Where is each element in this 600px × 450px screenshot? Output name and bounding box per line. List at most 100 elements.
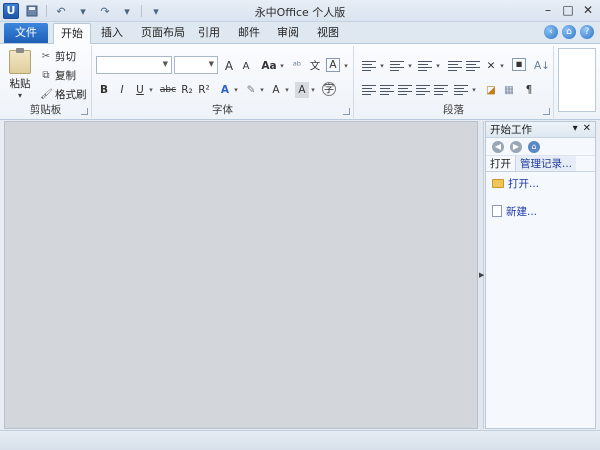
chevron-down-icon[interactable]: ▾: [232, 82, 240, 98]
forward-icon[interactable]: ▶: [510, 140, 522, 153]
chevron-down-icon[interactable]: ▾: [278, 58, 286, 74]
chevron-down-icon[interactable]: ▾: [309, 82, 317, 98]
new-link[interactable]: 新建...: [486, 202, 595, 220]
tab-open[interactable]: 打开: [486, 156, 515, 171]
copy-label: 复制: [55, 70, 76, 82]
tab-mailings[interactable]: 邮件: [234, 23, 264, 44]
tab-view[interactable]: 视图: [313, 23, 343, 44]
spell-check-icon[interactable]: ᵃᵇ: [290, 58, 304, 74]
close-icon[interactable]: ✕: [578, 0, 598, 20]
line-spacing-icon[interactable]: [454, 84, 468, 96]
cut-label: 剪切: [55, 51, 76, 63]
scissors-icon: ✂: [41, 50, 51, 62]
change-case-button[interactable]: Aa: [260, 58, 278, 74]
show-marks-button[interactable]: ¶: [522, 82, 536, 98]
chevron-down-icon[interactable]: ▾: [342, 58, 350, 74]
minimize-icon[interactable]: –: [538, 0, 558, 20]
redo-dropdown-icon[interactable]: ▾: [119, 3, 135, 19]
undo-dropdown-icon[interactable]: ▾: [75, 3, 91, 19]
subscript-button[interactable]: R₂: [180, 82, 194, 98]
cut-button[interactable]: ✂ 剪切: [40, 49, 76, 64]
underline-button[interactable]: U: [134, 82, 146, 98]
tab-file[interactable]: 文件: [4, 23, 48, 43]
chevron-down-icon[interactable]: ▾: [470, 82, 478, 98]
align-right-icon[interactable]: [398, 84, 412, 96]
undo-icon[interactable]: ↶: [53, 3, 69, 19]
character-shading-button[interactable]: A: [295, 82, 309, 98]
chevron-down-icon[interactable]: ▾: [378, 58, 386, 74]
dialog-launcher-icon[interactable]: [81, 108, 88, 115]
open-link[interactable]: 打开...: [486, 174, 595, 192]
tab-insert[interactable]: 插入: [95, 23, 129, 44]
dialog-launcher-icon[interactable]: [543, 108, 550, 115]
grow-font-button[interactable]: A: [223, 58, 235, 74]
align-center-icon[interactable]: [380, 84, 394, 96]
font-color-button[interactable]: A: [269, 82, 283, 98]
chevron-down-icon[interactable]: ▾: [147, 82, 155, 98]
app-logo-icon[interactable]: U: [3, 3, 19, 19]
chevron-down-icon[interactable]: ▾: [283, 82, 291, 98]
distributed-icon[interactable]: [434, 84, 448, 96]
superscript-button[interactable]: R²: [197, 82, 211, 98]
home-icon[interactable]: ⌂: [528, 140, 540, 153]
font-group-label: 字体: [212, 104, 233, 116]
italic-button[interactable]: I: [116, 82, 128, 98]
multilevel-list-icon[interactable]: [418, 60, 432, 72]
quick-access-toolbar: ↶ ▾ ↷ ▾ ▾: [24, 3, 164, 19]
open-link-label: 打开...: [508, 177, 540, 190]
text-effect-button[interactable]: A: [218, 82, 232, 98]
shading-icon[interactable]: ◪: [484, 82, 498, 98]
close-icon[interactable]: ✕: [583, 123, 591, 134]
enclosed-character-icon[interactable]: 字: [322, 82, 336, 96]
home-icon[interactable]: ⌂: [562, 25, 576, 39]
redo-icon[interactable]: ↷: [97, 3, 113, 19]
help-icon[interactable]: ?: [580, 25, 594, 39]
sort-icon[interactable]: A↓: [534, 58, 550, 74]
qat-separator: [141, 5, 142, 17]
chinese-layout-icon[interactable]: ✕: [484, 58, 498, 74]
paste-button[interactable]: 粘贴 ▾: [6, 48, 34, 100]
format-painter-button[interactable]: 🖌 格式刷: [40, 87, 87, 102]
chevron-down-icon[interactable]: ▾: [258, 82, 266, 98]
strikethrough-button[interactable]: abc: [158, 82, 178, 98]
tab-references[interactable]: 引用: [194, 23, 224, 44]
tab-home[interactable]: 开始: [53, 23, 91, 44]
back-icon[interactable]: ◀: [492, 140, 504, 153]
increase-indent-icon[interactable]: [466, 60, 480, 72]
paragraph-group: ▾ ▾ ▾ ✕ ▾ ▪ A↓ ▾ ◪ ▦ ¶ 段落: [354, 46, 554, 118]
collapse-arrow-icon[interactable]: ▶: [479, 271, 484, 285]
tab-page-layout[interactable]: 页面布局: [135, 23, 191, 44]
save-icon[interactable]: [24, 3, 40, 19]
bullets-icon[interactable]: [362, 60, 376, 72]
copy-button[interactable]: ⧉ 复制: [40, 68, 76, 83]
maximize-icon[interactable]: □: [558, 0, 578, 20]
styles-gallery[interactable]: [558, 48, 596, 112]
frame-icon[interactable]: ▪: [512, 58, 526, 71]
phonetic-guide-icon[interactable]: 文: [308, 58, 322, 74]
chevron-down-icon[interactable]: ▾: [434, 58, 442, 74]
font-size-combo[interactable]: ▼: [174, 56, 218, 74]
justify-icon[interactable]: [416, 84, 430, 96]
customize-qat-icon[interactable]: ▾: [148, 3, 164, 19]
task-pane-nav: ◀ ▶ ⌂: [486, 138, 595, 156]
document-canvas[interactable]: [4, 121, 478, 429]
chevron-down-icon[interactable]: ▾: [406, 58, 414, 74]
title-bar: U ↶ ▾ ↷ ▾ ▾ 永中Office 个人版 – □ ✕: [0, 0, 600, 22]
bold-button[interactable]: B: [98, 82, 110, 98]
chevron-down-icon[interactable]: ▾: [573, 123, 578, 134]
shrink-font-button[interactable]: A: [240, 59, 252, 75]
tab-review[interactable]: 审阅: [273, 23, 303, 44]
chevron-down-icon[interactable]: ▾: [498, 58, 506, 74]
align-left-icon[interactable]: [362, 84, 376, 96]
character-border-icon[interactable]: A: [326, 58, 340, 72]
new-link-label: 新建...: [506, 205, 538, 218]
font-name-combo[interactable]: ▼: [96, 56, 172, 74]
dialog-launcher-icon[interactable]: [343, 108, 350, 115]
tab-manage-records[interactable]: 管理记录...: [515, 156, 577, 171]
pane-splitter[interactable]: ▶: [478, 121, 484, 429]
borders-icon[interactable]: ▦: [502, 82, 516, 98]
highlighter-icon[interactable]: ✎: [244, 82, 258, 98]
decrease-indent-icon[interactable]: [448, 60, 462, 72]
numbering-icon[interactable]: [390, 60, 404, 72]
back-icon[interactable]: ‹: [544, 25, 558, 39]
